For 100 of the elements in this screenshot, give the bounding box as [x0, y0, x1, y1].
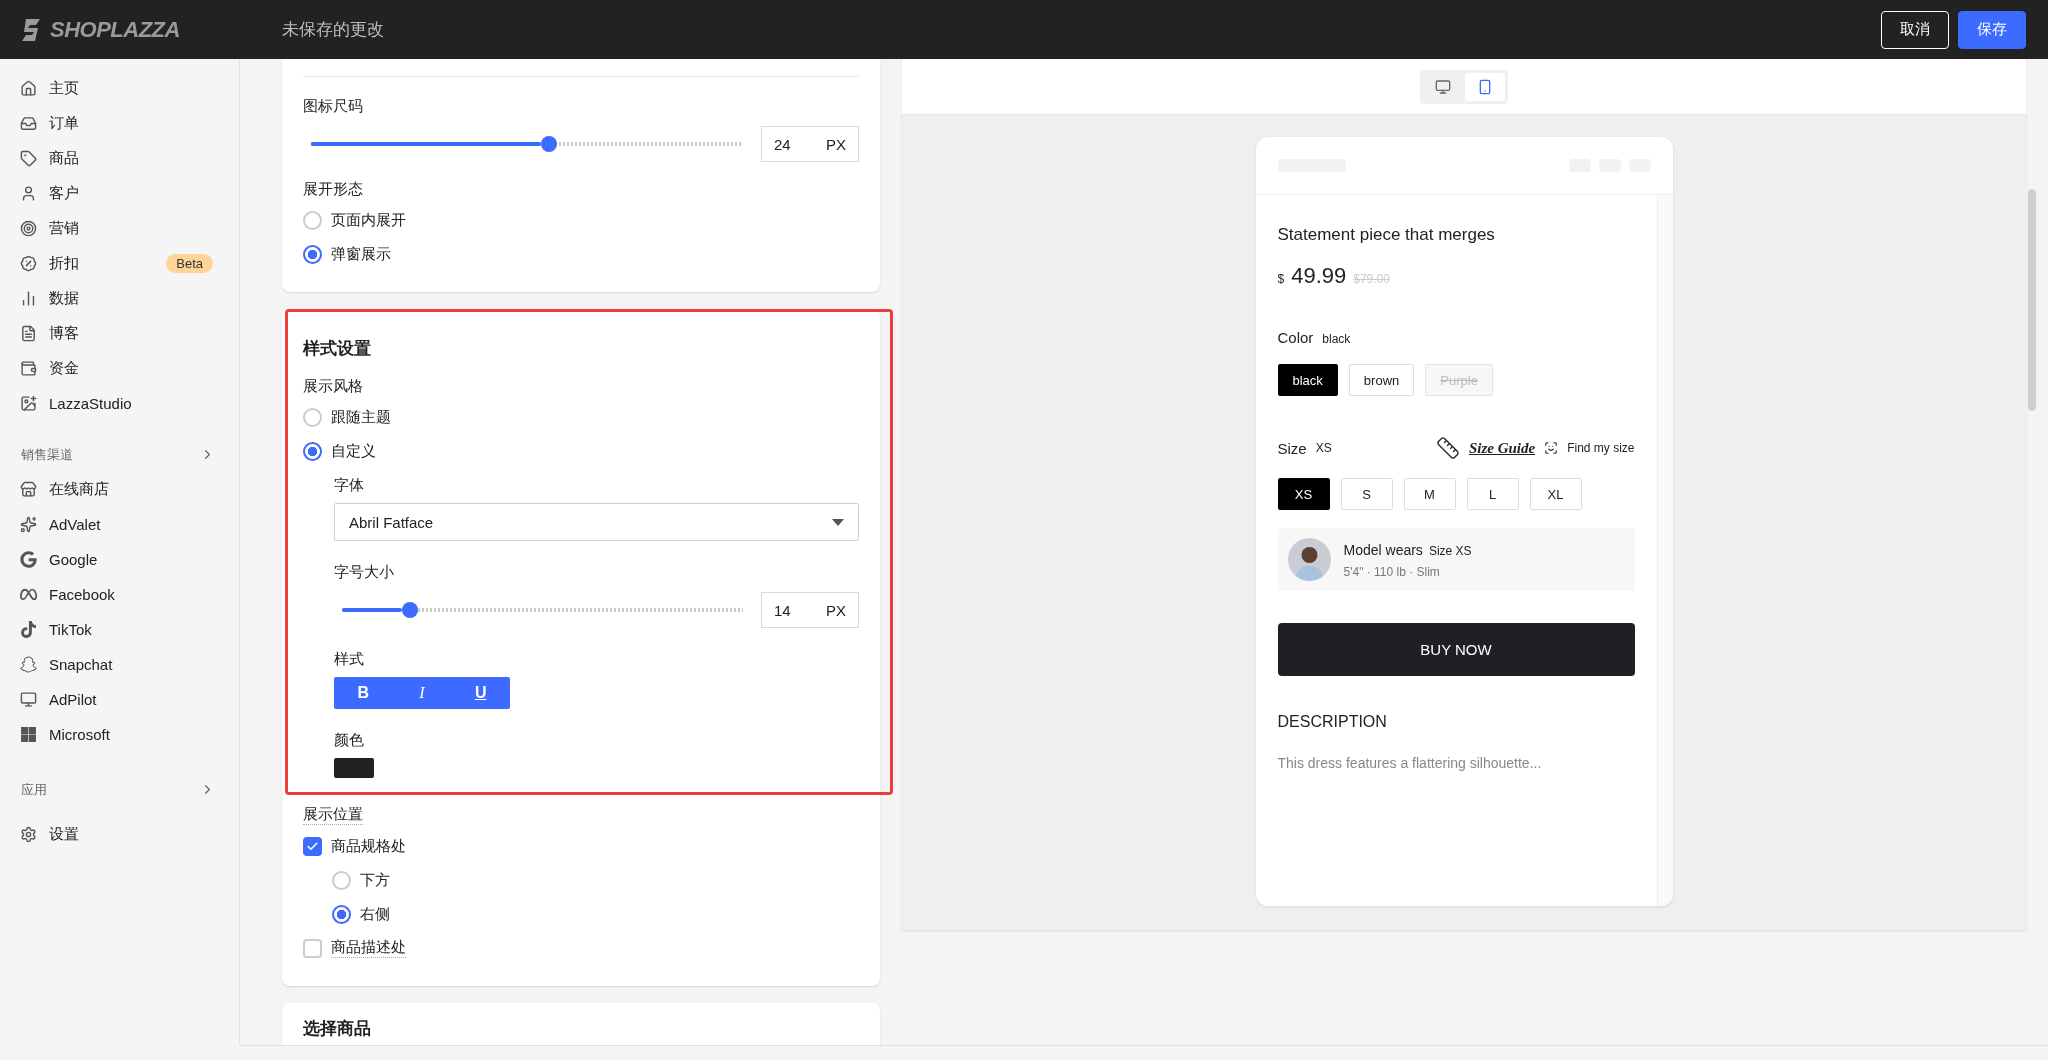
- save-button[interactable]: 保存: [1958, 10, 2026, 49]
- option-value: black: [1322, 332, 1351, 346]
- nav-item[interactable]: 数据: [0, 281, 239, 316]
- nav-item[interactable]: 资金: [0, 351, 239, 386]
- buy-now-button[interactable]: BUY NOW: [1277, 623, 1635, 676]
- document-icon: [20, 325, 37, 342]
- avatar: [1287, 538, 1331, 581]
- radio-button[interactable]: [303, 210, 322, 230]
- nav-item[interactable]: 博客: [0, 316, 239, 351]
- find-size-link[interactable]: Find my size: [1567, 441, 1635, 455]
- option-value: XS: [1315, 441, 1332, 455]
- scrollbar[interactable]: [2028, 189, 2036, 411]
- option-label: Size: [1277, 439, 1307, 457]
- description-text: This dress features a flattering silhouette...: [1277, 755, 1542, 771]
- nav-item[interactable]: Facebook: [0, 577, 239, 612]
- nav-item[interactable]: 在线商店: [0, 472, 239, 507]
- option-label: Color: [1277, 329, 1314, 346]
- nav-item[interactable]: 商品: [0, 141, 239, 176]
- checkbox[interactable]: [303, 938, 322, 958]
- size-option[interactable]: XL: [1529, 478, 1582, 510]
- field-label: 颜色: [334, 731, 364, 750]
- ruler-icon: [1435, 436, 1460, 460]
- radio-button[interactable]: [303, 407, 322, 427]
- beta-badge: Beta: [166, 254, 213, 273]
- nav-item[interactable]: Google: [0, 542, 239, 577]
- wallet-icon: [20, 360, 37, 377]
- option-label: 商品规格处: [331, 836, 406, 856]
- section-header[interactable]: 应用: [0, 772, 239, 807]
- cancel-button[interactable]: 取消: [1881, 10, 1949, 49]
- scan-icon: [1544, 441, 1559, 455]
- color-option[interactable]: black: [1277, 364, 1338, 396]
- color-option[interactable]: brown: [1348, 364, 1415, 396]
- model-stats: 5'4" · 110 lb · Slim: [1343, 564, 1441, 579]
- nav-item[interactable]: AdPilot: [0, 682, 239, 717]
- size-option[interactable]: S: [1340, 478, 1393, 510]
- monitor-icon: [1435, 78, 1451, 95]
- option-label: 下方: [360, 870, 390, 890]
- nav-item[interactable]: AdValet: [0, 507, 239, 542]
- underline-button[interactable]: U: [451, 677, 510, 709]
- size-option[interactable]: XS: [1277, 478, 1330, 510]
- model-title: Model wears: [1343, 541, 1423, 558]
- nav-item[interactable]: 折扣 Beta: [0, 246, 239, 281]
- phone-icon: [1477, 78, 1493, 95]
- number-field[interactable]: 14 PX: [761, 592, 859, 628]
- option-label: 自定义: [331, 441, 376, 461]
- nav-item[interactable]: Snapchat: [0, 647, 239, 682]
- font-select[interactable]: Abril Fatface: [334, 503, 859, 541]
- nav-item[interactable]: 客户: [0, 176, 239, 211]
- image-plus-icon: [20, 395, 37, 412]
- option-label: 页面内展开: [331, 210, 406, 230]
- description-title: DESCRIPTION: [1277, 713, 1387, 731]
- number-field[interactable]: 24 PX: [761, 126, 859, 162]
- size-option[interactable]: L: [1466, 478, 1519, 510]
- size-option[interactable]: M: [1403, 478, 1456, 510]
- card-title: 样式设置: [303, 338, 371, 360]
- tag-icon: [20, 150, 37, 167]
- bar-chart-icon: [20, 290, 37, 307]
- unit-label: PX: [826, 135, 846, 153]
- number-input[interactable]: 24: [774, 135, 814, 153]
- check-icon: [306, 839, 319, 853]
- ghost-icon: [20, 656, 37, 673]
- field-label: 字体: [334, 476, 364, 495]
- option-label: 右侧: [360, 904, 390, 924]
- field-label: 展示风格: [303, 377, 363, 396]
- radio-button[interactable]: [303, 441, 322, 461]
- logo-text: SHOPLAZZA: [50, 16, 180, 43]
- color-swatch[interactable]: [334, 758, 374, 778]
- settings-icon: [20, 826, 37, 843]
- option-label: 弹窗展示: [331, 244, 391, 264]
- number-input[interactable]: 14: [774, 601, 814, 619]
- option-label: 商品描述处: [331, 938, 406, 958]
- mobile-view-button[interactable]: [1465, 72, 1505, 101]
- radio-button[interactable]: [303, 244, 322, 264]
- percent-badge-icon: [20, 255, 37, 272]
- nav-item[interactable]: 主页: [0, 71, 239, 106]
- slider-thumb[interactable]: [540, 136, 557, 152]
- product-price: 49.99: [1291, 263, 1347, 289]
- nav-item[interactable]: 营销: [0, 211, 239, 246]
- radio-button[interactable]: [332, 904, 351, 924]
- nav-item[interactable]: Microsoft: [0, 717, 239, 752]
- target-icon: [20, 220, 37, 237]
- nav-item[interactable]: 设置: [0, 817, 239, 852]
- sparkle-icon: [20, 516, 37, 533]
- nav-item[interactable]: 订单: [0, 106, 239, 141]
- checkbox[interactable]: [303, 836, 322, 856]
- size-guide-link[interactable]: Size Guide: [1468, 439, 1536, 457]
- section-header[interactable]: 销售渠道: [0, 437, 239, 472]
- radio-button[interactable]: [332, 870, 351, 890]
- slider-thumb[interactable]: [402, 602, 419, 618]
- nav-item[interactable]: LazzaStudio: [0, 386, 239, 421]
- italic-button[interactable]: I: [392, 677, 452, 709]
- user-icon: [20, 185, 37, 202]
- infinity-logo-icon: [20, 586, 37, 603]
- nav-item[interactable]: TikTok: [0, 612, 239, 647]
- home-icon: [20, 80, 37, 97]
- field-label: 图标尺码: [303, 97, 363, 116]
- unit-label: PX: [826, 601, 846, 619]
- currency-symbol: $: [1277, 272, 1285, 286]
- window-grid-icon: [20, 726, 37, 743]
- bold-button[interactable]: B: [334, 677, 393, 709]
